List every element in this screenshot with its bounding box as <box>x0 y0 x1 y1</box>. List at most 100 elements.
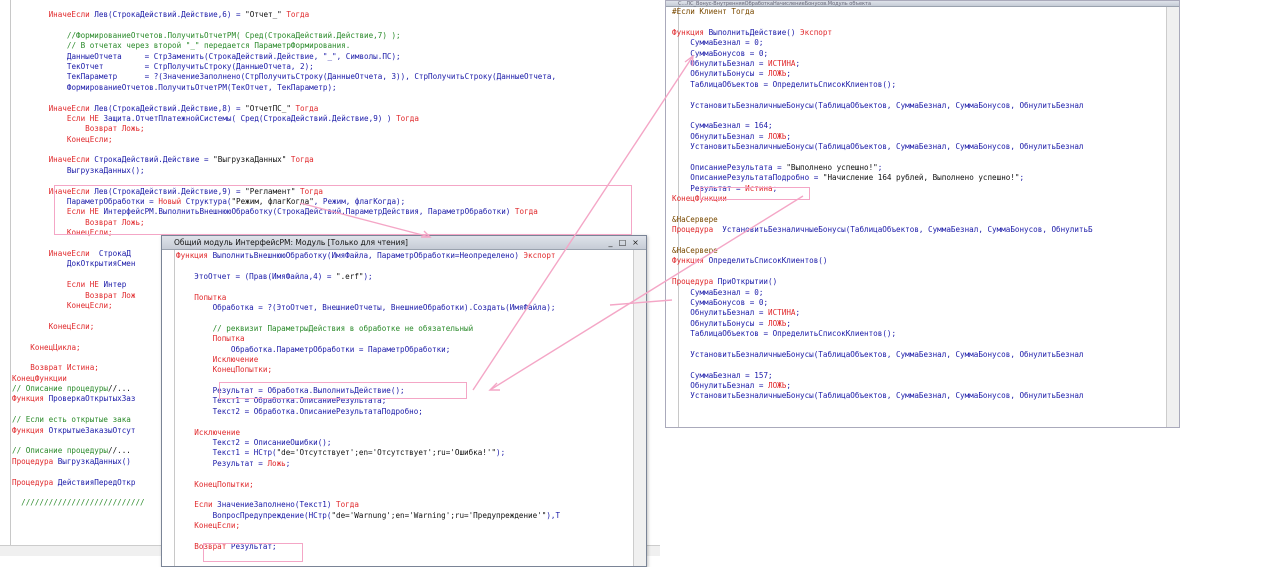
middle-code-line[interactable]: КонецПопытки; <box>176 365 560 375</box>
right-code-line[interactable]: УстановитьБезналичныеБонусы(ТаблицаОбъек… <box>672 142 1093 152</box>
code-token: Попытка <box>212 334 245 344</box>
left-code-line[interactable]: ДанныеОтчета = СтрЗаменить(СтрокаДействи… <box>12 52 556 62</box>
middle-module-window[interactable]: Общий модуль ИнтерфейсРМ: Модуль [Только… <box>161 235 647 567</box>
middle-code-line[interactable]: Обработка.ПараметрОбработки = ПараметрОб… <box>176 345 560 355</box>
left-code-line[interactable]: //ФормированиеОтчетов.ПолучитьОтчетРМ( С… <box>12 31 556 41</box>
right-code-line[interactable]: СуммаБонусов = 0; <box>672 298 1093 308</box>
left-code-line[interactable] <box>12 20 556 30</box>
code-token: "ВыгрузкаДанных" <box>213 155 287 165</box>
middle-code-line[interactable]: Результат = Ложь; <box>176 459 560 469</box>
middle-code-line[interactable]: ЭтоОтчет = (Прав(ИмяФайла,4) = ".erf"); <box>176 272 560 282</box>
code-token: Процедура <box>12 456 58 466</box>
middle-code-line[interactable]: КонецЕсли; <box>176 521 560 531</box>
code-token: ОбнулитьБонусы = <box>690 318 769 328</box>
minimize-button[interactable]: _ <box>606 238 615 247</box>
right-code-line[interactable] <box>672 340 1093 350</box>
right-code-line[interactable]: Функция ВыполнитьДействие() Экспорт <box>672 28 1093 38</box>
right-code-line[interactable]: ОписаниеРезультата = "Выполнено успешно!… <box>672 163 1093 173</box>
left-code-line[interactable] <box>12 145 556 155</box>
left-code-line[interactable]: Возврат Ложь; <box>12 124 556 134</box>
middle-code-line[interactable] <box>176 417 560 427</box>
right-code-line[interactable]: СуммаБезнал = 157; <box>672 371 1093 381</box>
left-code-line[interactable]: ТекОтчет = СтрПолучитьСтроку(ДанныеОтчет… <box>12 62 556 72</box>
left-code-line[interactable]: ИначеЕсли Лев(СтрокаДействий.Действие,6)… <box>12 10 556 20</box>
middle-code-line[interactable]: Функция ВыполнитьВнешнююОбработку(ИмяФай… <box>176 251 560 261</box>
right-code-line[interactable]: #Если Клиент Тогда <box>672 7 1093 17</box>
code-token: ЛОЖЬ <box>768 318 787 328</box>
code-token: "ОтчетПС_" <box>245 103 291 113</box>
middle-code-line[interactable] <box>176 313 560 323</box>
right-code-line[interactable] <box>672 267 1093 277</box>
middle-code-line[interactable] <box>176 282 560 292</box>
middle-code-line[interactable]: Исключение <box>176 428 560 438</box>
code-token: СуммаБонусов = 0; <box>690 48 769 58</box>
right-code-line[interactable]: ТаблицаОбъектов = ОпределитьСписокКлиент… <box>672 329 1093 339</box>
right-code-editor[interactable]: С...ЛС_Bонус-ВнутренняяОбработкаНачислен… <box>665 0 1180 428</box>
left-code-line[interactable]: ИначеЕсли СтрокаДействий.Действие = "Выг… <box>12 155 556 165</box>
right-code-line[interactable]: УстановитьБезналичныеБонусы(ТаблицаОбъек… <box>672 391 1093 401</box>
right-code-line[interactable]: Процедура ПриОткрытии() <box>672 277 1093 287</box>
right-code-line[interactable]: СуммаБезнал = 0; <box>672 288 1093 298</box>
right-vertical-scrollbar[interactable] <box>1166 7 1179 427</box>
middle-code-area[interactable]: Функция ВыполнитьВнешнююОбработку(ИмяФай… <box>176 251 560 552</box>
middle-code-line[interactable] <box>176 261 560 271</box>
code-token: //ФормированиеОтчетов.ПолучитьОтчетРМ( С… <box>66 30 401 40</box>
right-code-line[interactable]: ОбнулитьБонусы = ЛОЖЬ; <box>672 69 1093 79</box>
right-code-line[interactable]: Функция ОпределитьСписокКлиентов() <box>672 256 1093 266</box>
left-code-line[interactable] <box>12 93 556 103</box>
right-code-line[interactable]: СуммаБезнал = 0; <box>672 38 1093 48</box>
right-code-line[interactable]: &НаСервере <box>672 246 1093 256</box>
left-code-line[interactable]: // В отчетах через второй "_" передается… <box>12 41 556 51</box>
right-code-line[interactable]: ТаблицаОбъектов = ОпределитьСписокКлиент… <box>672 80 1093 90</box>
left-code-line[interactable]: ТекПараметр = ?(ЗначениеЗаполнено(СтрПол… <box>12 72 556 82</box>
middle-code-line[interactable]: Обработка = ?(ЭтоОтчет, ВнешниеОтчеты, В… <box>176 303 560 313</box>
left-code-line[interactable]: ВыгрузкаДанных(); <box>12 166 556 176</box>
left-code-line[interactable]: КонецЕсли; <box>12 135 556 145</box>
middle-code-line[interactable]: Если ЗначениеЗаполнено(Текст1) Тогда <box>176 500 560 510</box>
middle-code-line[interactable]: КонецПопытки; <box>176 480 560 490</box>
middle-code-line[interactable]: Текст1 = НСтр("de='Отсутствует';en='Отсу… <box>176 448 560 458</box>
right-code-line[interactable] <box>672 236 1093 246</box>
middle-code-line[interactable] <box>176 469 560 479</box>
right-code-line[interactable]: Процедура УстановитьБезналичныеБонусы(Та… <box>672 225 1093 235</box>
middle-code-line[interactable]: Попытка <box>176 293 560 303</box>
left-code-line[interactable]: ИначеЕсли Лев(СтрокаДействий.Действие,8)… <box>12 104 556 114</box>
middle-code-line[interactable]: // реквизит ПараметрыДействия в обработк… <box>176 324 560 334</box>
left-code-line[interactable]: ФормированиеОтчетов.ПолучитьОтчетРМ(ТекО… <box>12 83 556 93</box>
maximize-button[interactable]: □ <box>618 238 627 247</box>
left-code-line[interactable]: Если НЕ Защита.ОтчетПлатежнойСистемы( Ср… <box>12 114 556 124</box>
close-button[interactable]: × <box>631 238 640 247</box>
right-code-line[interactable]: УстановитьБезналичныеБонусы(ТаблицаОбъек… <box>672 350 1093 360</box>
middle-code-line[interactable] <box>176 532 560 542</box>
right-code-line[interactable]: ОбнулитьБонусы = ЛОЖЬ; <box>672 319 1093 329</box>
right-code-line[interactable]: ОбнулитьБезнал = ИСТИНА; <box>672 308 1093 318</box>
right-code-line[interactable]: УстановитьБезналичныеБонусы(ТаблицаОбъек… <box>672 101 1093 111</box>
right-code-line[interactable]: ОбнулитьБезнал = ЛОЖЬ; <box>672 381 1093 391</box>
middle-vertical-scrollbar[interactable] <box>633 250 646 566</box>
middle-window-titlebar[interactable]: Общий модуль ИнтерфейсРМ: Модуль [Только… <box>162 236 646 250</box>
right-code-line[interactable] <box>672 152 1093 162</box>
middle-code-line[interactable] <box>176 490 560 500</box>
middle-code-line[interactable]: Текст2 = Обработка.ОписаниеРезультатаПод… <box>176 407 560 417</box>
right-code-area[interactable]: #Если Клиент Тогда Функция ВыполнитьДейст… <box>672 7 1093 402</box>
middle-code-line[interactable]: ВопросПредупреждение(НСтр("de='Warnung';… <box>176 511 560 521</box>
right-code-line[interactable] <box>672 111 1093 121</box>
right-code-line[interactable]: ОбнулитьБезнал = ИСТИНА; <box>672 59 1093 69</box>
right-code-line[interactable]: СуммаБезнал = 164; <box>672 121 1093 131</box>
right-code-line[interactable] <box>672 17 1093 27</box>
right-code-line[interactable]: ОписаниеРезультатаПодробно = "Начисление… <box>672 173 1093 183</box>
right-code-line[interactable]: СуммаБонусов = 0; <box>672 49 1093 59</box>
right-code-line[interactable] <box>672 360 1093 370</box>
code-token: ИначеЕсли <box>48 155 95 165</box>
right-code-line[interactable] <box>672 204 1093 214</box>
middle-code-line[interactable]: Текст2 = ОписаниеОшибки(); <box>176 438 560 448</box>
middle-code-line[interactable]: Исключение <box>176 355 560 365</box>
right-code-line[interactable] <box>672 90 1093 100</box>
right-code-line[interactable]: &НаСервере <box>672 215 1093 225</box>
middle-code-line[interactable]: Попытка <box>176 334 560 344</box>
right-code-line[interactable]: ОбнулитьБезнал = ЛОЖЬ; <box>672 132 1093 142</box>
